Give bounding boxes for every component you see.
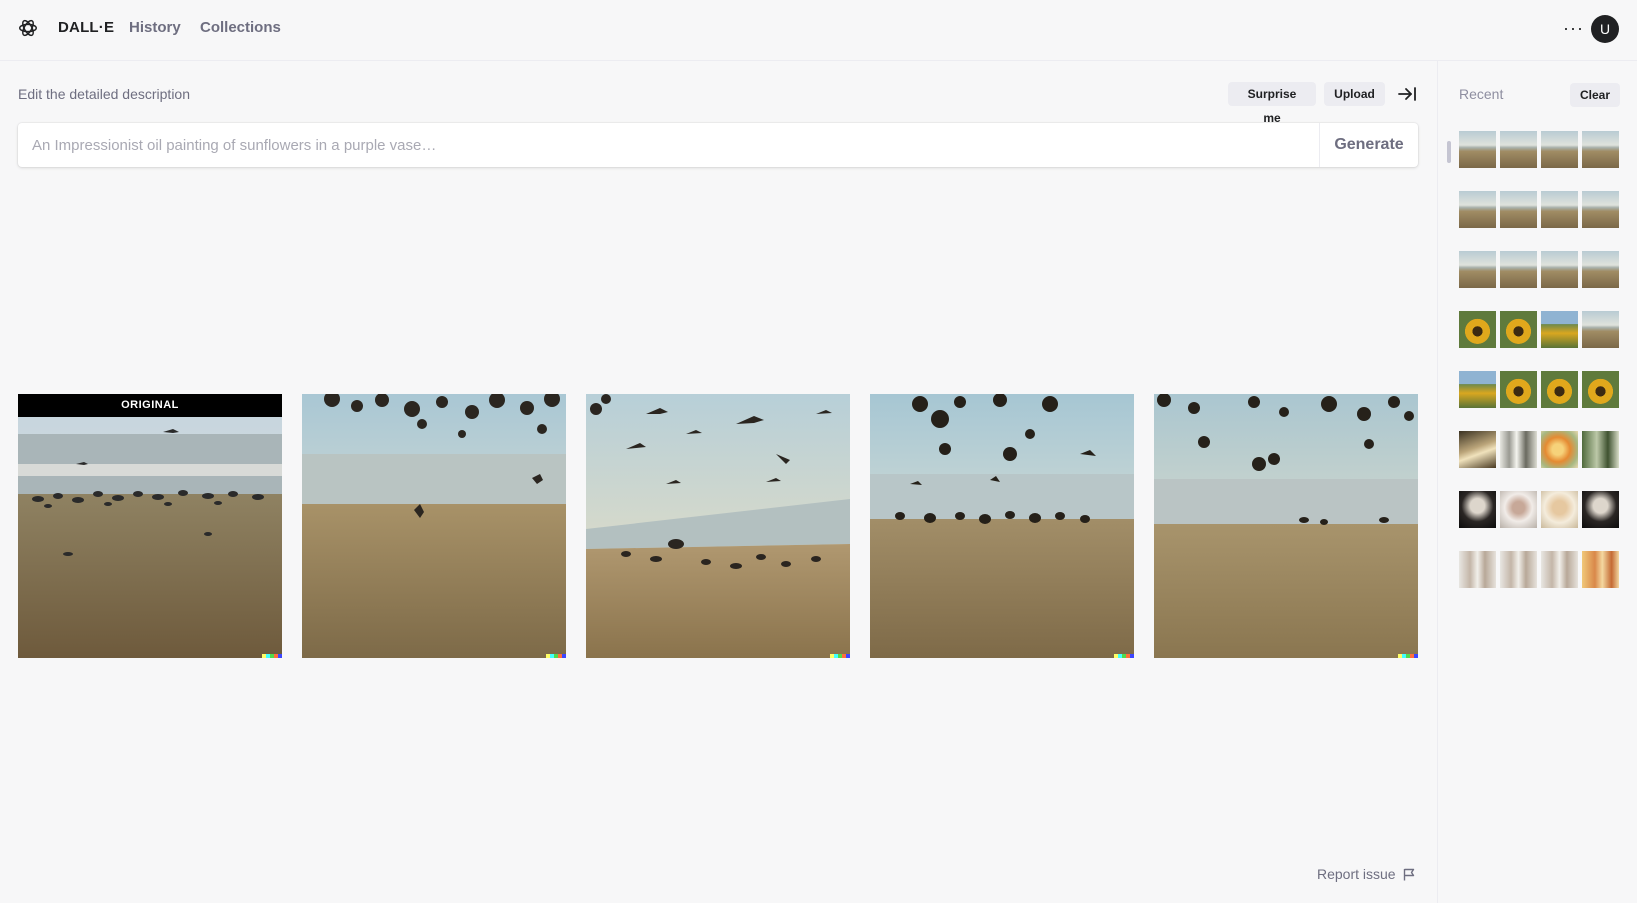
original-label: ORIGINAL bbox=[18, 394, 282, 417]
variation-image[interactable] bbox=[586, 394, 850, 658]
watermark bbox=[830, 654, 850, 658]
prompt-label: Edit the detailed description bbox=[18, 86, 190, 102]
recent-thumbnail[interactable] bbox=[1541, 551, 1578, 588]
recent-thumbnail[interactable] bbox=[1459, 491, 1496, 528]
top-bar: DALL·E History Collections ··· U bbox=[0, 0, 1637, 61]
openai-logo-icon[interactable] bbox=[17, 17, 39, 39]
recent-thumbnail[interactable] bbox=[1582, 431, 1619, 468]
brand-link[interactable]: DALL·E bbox=[58, 19, 114, 36]
nav-collections-link[interactable]: Collections bbox=[200, 19, 281, 36]
variation-image[interactable] bbox=[302, 394, 566, 658]
recent-thumbnail[interactable] bbox=[1582, 551, 1619, 588]
nav-history-link[interactable]: History bbox=[129, 19, 181, 36]
report-label: Report issue bbox=[1317, 866, 1396, 882]
variation-image[interactable] bbox=[1154, 394, 1418, 658]
recent-label: Recent bbox=[1459, 86, 1504, 102]
recent-thumbnail[interactable] bbox=[1500, 191, 1537, 228]
prompt-box: Generate bbox=[18, 123, 1418, 167]
recent-thumbnail[interactable] bbox=[1459, 371, 1496, 408]
generate-button[interactable]: Generate bbox=[1319, 123, 1418, 167]
recent-thumbnail[interactable] bbox=[1500, 431, 1537, 468]
variation-image[interactable] bbox=[870, 394, 1134, 658]
recent-thumbnail[interactable] bbox=[1541, 491, 1578, 528]
recent-thumbnail[interactable] bbox=[1459, 251, 1496, 288]
recent-thumbnail[interactable] bbox=[1582, 131, 1619, 168]
recent-thumbnail[interactable] bbox=[1541, 131, 1578, 168]
scrollbar-thumb[interactable] bbox=[1447, 141, 1451, 163]
recent-thumbnail[interactable] bbox=[1500, 551, 1537, 588]
recent-thumbnail[interactable] bbox=[1582, 191, 1619, 228]
recent-thumbnail[interactable] bbox=[1500, 131, 1537, 168]
avatar[interactable]: U bbox=[1591, 15, 1619, 43]
recent-thumbnail[interactable] bbox=[1459, 131, 1496, 168]
recent-thumbnail[interactable] bbox=[1541, 251, 1578, 288]
recent-thumbnail[interactable] bbox=[1582, 491, 1619, 528]
recent-thumbnail[interactable] bbox=[1459, 191, 1496, 228]
flag-icon bbox=[1404, 868, 1415, 881]
recent-thumbnail[interactable] bbox=[1459, 551, 1496, 588]
recent-thumbnail[interactable] bbox=[1582, 311, 1619, 348]
watermark bbox=[1398, 654, 1418, 658]
recent-thumbnail[interactable] bbox=[1500, 311, 1537, 348]
recent-thumbnail[interactable] bbox=[1582, 371, 1619, 408]
surprise-me-button[interactable]: Surprise me bbox=[1228, 82, 1316, 125]
watermark bbox=[1114, 654, 1134, 658]
recent-thumbnail[interactable] bbox=[1541, 191, 1578, 228]
recent-thumbnail[interactable] bbox=[1459, 311, 1496, 348]
recent-thumbnail[interactable] bbox=[1500, 251, 1537, 288]
recent-thumbnail[interactable] bbox=[1541, 311, 1578, 348]
image-grid: ORIGINAL bbox=[18, 394, 1418, 658]
upload-button[interactable]: Upload bbox=[1324, 82, 1385, 106]
collapse-sidebar-icon[interactable] bbox=[1397, 84, 1417, 104]
original-image[interactable]: ORIGINAL bbox=[18, 394, 282, 658]
recent-sidebar: Recent Clear bbox=[1437, 61, 1637, 903]
report-issue-link[interactable]: Report issue bbox=[1317, 866, 1415, 882]
recent-thumbnail[interactable] bbox=[1541, 371, 1578, 408]
more-icon[interactable]: ··· bbox=[1563, 18, 1584, 39]
watermark bbox=[546, 654, 566, 658]
recent-thumbnail[interactable] bbox=[1541, 431, 1578, 468]
recent-thumbnail[interactable] bbox=[1582, 251, 1619, 288]
clear-button[interactable]: Clear bbox=[1570, 83, 1620, 107]
watermark bbox=[262, 654, 282, 658]
recent-thumbnail[interactable] bbox=[1500, 371, 1537, 408]
prompt-input[interactable] bbox=[18, 123, 1319, 167]
recent-thumbnail[interactable] bbox=[1500, 491, 1537, 528]
recent-thumbnail[interactable] bbox=[1459, 431, 1496, 468]
